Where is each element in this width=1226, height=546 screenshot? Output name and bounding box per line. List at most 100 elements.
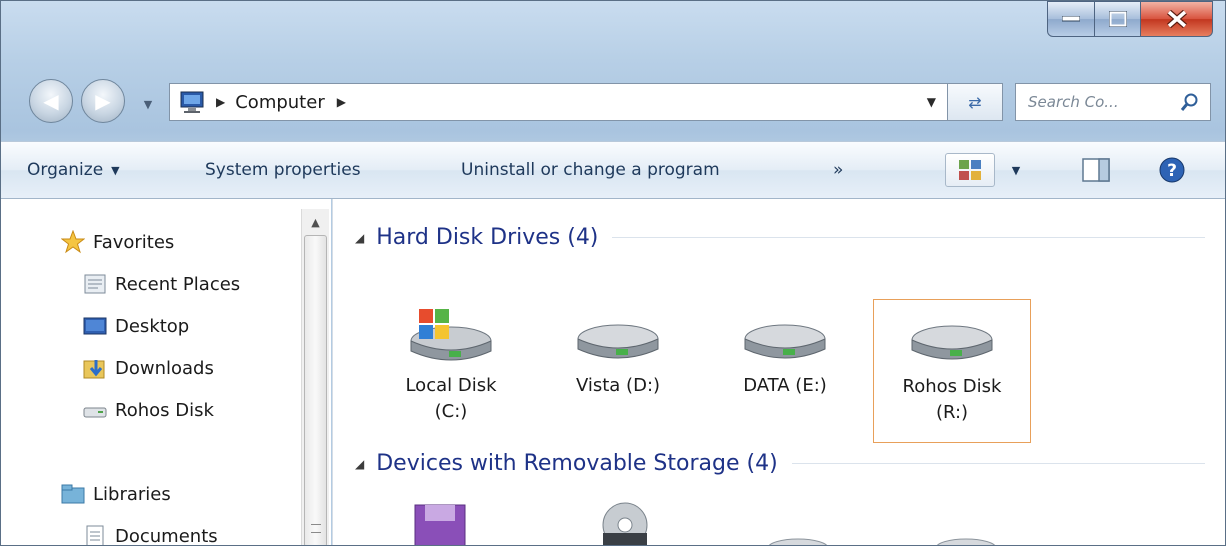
preview-pane-icon: [1082, 158, 1110, 182]
view-options-dropdown[interactable]: ▼: [999, 153, 1033, 187]
removable-drive-icon: [768, 538, 828, 545]
computer-icon: [180, 91, 204, 113]
desktop-icon: [83, 314, 107, 338]
nav-item-libraries[interactable]: Libraries: [61, 479, 171, 509]
nav-label: Documents: [115, 525, 218, 546]
collapse-triangle-icon[interactable]: ◢: [355, 231, 364, 245]
forward-button[interactable]: ▶: [81, 79, 125, 123]
address-dropdown-icon[interactable]: ▼: [927, 95, 936, 109]
nav-item-desktop[interactable]: Desktop: [83, 311, 189, 341]
change-view-button[interactable]: [945, 153, 995, 187]
minimize-button[interactable]: [1047, 1, 1095, 37]
forward-arrow-icon: ▶: [95, 89, 111, 113]
star-icon: [61, 230, 85, 254]
downloads-folder-icon: [83, 356, 107, 380]
close-button[interactable]: [1141, 1, 1213, 37]
view-icon: [959, 160, 981, 180]
grip-icon: [311, 524, 321, 533]
breadcrumb-separator-icon: ▶: [216, 95, 226, 109]
chevron-down-icon: ▼: [143, 97, 153, 111]
back-arrow-icon: ◀: [43, 89, 59, 113]
drive-icon: [83, 398, 107, 422]
more-commands-button[interactable]: »: [833, 142, 843, 198]
organize-button[interactable]: Organize ▼: [27, 142, 120, 198]
nav-item-recent-places[interactable]: Recent Places: [83, 269, 240, 299]
removable-drive-icon: [936, 538, 996, 545]
chevron-down-icon: ▼: [111, 163, 120, 177]
close-icon: [1166, 10, 1187, 28]
help-button[interactable]: ?: [1151, 153, 1193, 187]
explorer-window: ◀ ▶ ▼ ▶ Computer ▶ ▼ ⇄ Search Co... Orga…: [0, 0, 1226, 546]
floppy-icon: [414, 504, 466, 545]
scroll-up-arrow-icon[interactable]: ▲: [302, 209, 329, 235]
uninstall-label: Uninstall or change a program: [461, 160, 720, 180]
drive-name: Local Disk: [405, 375, 497, 396]
document-icon: [83, 524, 107, 545]
recent-places-icon: [83, 272, 107, 296]
navigation-pane: Favorites Recent Places Desktop Download…: [1, 199, 331, 546]
address-row: ◀ ▶ ▼ ▶ Computer ▶ ▼ ⇄ Search Co...: [1, 73, 1225, 127]
title-bar: [1, 1, 1225, 61]
svg-text:?: ?: [1167, 161, 1177, 181]
group-divider: [791, 463, 1205, 464]
drive-name: DATA (E:): [743, 375, 827, 396]
drive-name: Rohos Disk: [902, 376, 1002, 397]
dvd-drive-icon: [602, 502, 648, 545]
nav-item-favorites[interactable]: Favorites: [61, 227, 174, 257]
nav-label: Rohos Disk: [115, 399, 214, 421]
hard-drive-icon: [744, 324, 826, 359]
nav-label: Favorites: [93, 231, 175, 253]
drive-letter: (R:): [935, 402, 969, 423]
preview-pane-button[interactable]: [1075, 153, 1117, 187]
hard-drive-icon: [911, 325, 993, 360]
collapse-triangle-icon[interactable]: ◢: [355, 457, 364, 471]
help-icon: ?: [1159, 157, 1185, 183]
removable-device-dvd[interactable]: [597, 501, 653, 545]
maximize-button[interactable]: [1095, 1, 1141, 37]
group-header-removable-storage[interactable]: ◢ Devices with Removable Storage (4): [355, 451, 1205, 476]
libraries-icon: [61, 482, 85, 506]
address-bar[interactable]: ▶ Computer ▶ ▼: [169, 83, 951, 121]
organize-label: Organize: [27, 160, 104, 180]
drive-letter: (C:): [434, 401, 468, 422]
group-title: Hard Disk Drives (4): [376, 225, 599, 250]
removable-device-3[interactable]: [763, 533, 833, 545]
nav-label: Downloads: [115, 357, 214, 379]
group-title: Devices with Removable Storage (4): [376, 451, 778, 476]
drive-item-e[interactable]: DATA (E:): [706, 299, 864, 443]
nav-item-rohos-disk[interactable]: Rohos Disk: [83, 395, 214, 425]
windows-drive-icon: [410, 309, 492, 361]
recent-pages-button[interactable]: ▼: [137, 93, 159, 115]
refresh-icon: ⇄: [968, 92, 982, 112]
drive-item-d[interactable]: Vista (D:): [539, 299, 697, 443]
breadcrumb-item-computer[interactable]: Computer: [235, 92, 324, 113]
nav-item-downloads[interactable]: Downloads: [83, 353, 214, 383]
maximize-icon: [1108, 11, 1127, 27]
caption-buttons: [1047, 1, 1213, 37]
nav-label: Desktop: [115, 315, 190, 337]
system-properties-button[interactable]: System properties: [205, 142, 361, 198]
content-pane: ◢ Hard Disk Drives (4) Local Disk (C:) V…: [332, 199, 1225, 545]
drive-item-r[interactable]: Rohos Disk (R:): [873, 299, 1031, 443]
drive-item-c[interactable]: Local Disk (C:): [372, 299, 530, 443]
uninstall-program-button[interactable]: Uninstall or change a program: [461, 142, 720, 198]
navigation-scrollbar[interactable]: ▲: [301, 209, 329, 545]
drive-name: Vista (D:): [575, 375, 661, 396]
removable-device-floppy[interactable]: [413, 503, 467, 545]
nav-label: Recent Places: [115, 273, 241, 295]
breadcrumb-separator-icon[interactable]: ▶: [337, 95, 346, 109]
group-divider: [612, 237, 1205, 238]
refresh-button[interactable]: ⇄: [947, 83, 1003, 121]
chevron-down-icon: ▼: [1011, 163, 1021, 177]
nav-label: Libraries: [93, 483, 171, 505]
search-input[interactable]: Search Co...: [1016, 93, 1180, 111]
scroll-thumb[interactable]: [304, 235, 327, 545]
group-header-hard-disk-drives[interactable]: ◢ Hard Disk Drives (4): [355, 225, 1205, 250]
hard-drive-icon: [577, 324, 659, 359]
search-box[interactable]: Search Co...: [1015, 83, 1211, 121]
search-icon: [1180, 93, 1198, 111]
nav-item-documents[interactable]: Documents: [83, 521, 218, 546]
system-properties-label: System properties: [205, 160, 361, 180]
removable-device-4[interactable]: [931, 533, 1001, 545]
back-button[interactable]: ◀: [29, 79, 73, 123]
